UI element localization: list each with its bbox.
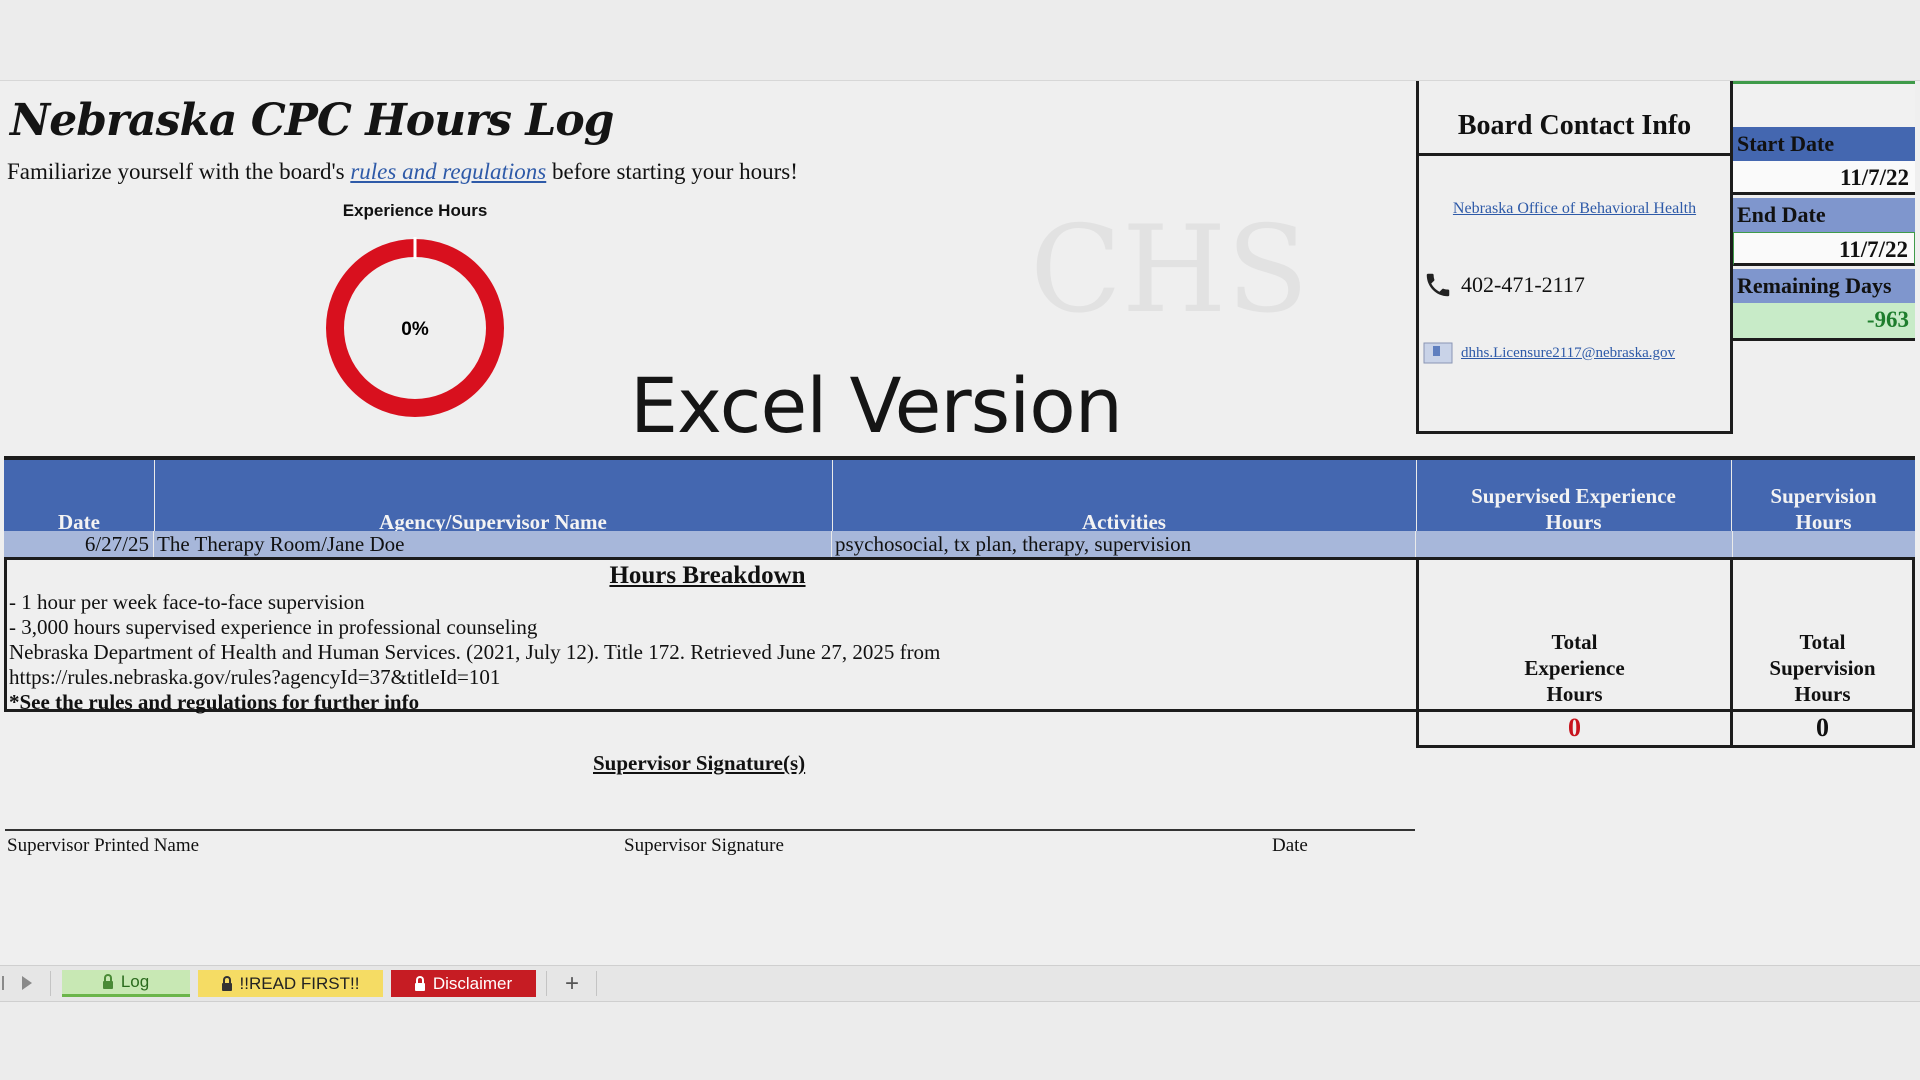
- signature-line: [5, 829, 1415, 831]
- email-row: dhhs.Licensure2117@nebraska.gov: [1419, 342, 1730, 364]
- total-experience-label: Total Experience Hours: [1524, 630, 1625, 706]
- start-date-label: Start Date: [1733, 127, 1915, 161]
- tab-divider: [546, 971, 547, 996]
- board-contact-box: Board Contact Info Nebraska Office of Be…: [1416, 81, 1733, 434]
- remaining-days-value: -963: [1733, 303, 1915, 341]
- breakdown-line: - 3,000 hours supervised experience in p…: [9, 615, 538, 639]
- breakdown-note: *See the rules and regulations for furth…: [9, 690, 420, 714]
- end-date-value[interactable]: 11/7/22: [1733, 232, 1915, 266]
- header-activities[interactable]: Activities: [832, 460, 1417, 535]
- intro-text-before: Familiarize yourself with the board's: [7, 159, 351, 184]
- cell-date[interactable]: 6/27/25: [4, 531, 154, 557]
- breakdown-line: - 1 hour per week face-to-face supervisi…: [9, 590, 365, 614]
- phone-number: 402-471-2117: [1461, 272, 1585, 297]
- phone-row: 402-471-2117: [1419, 270, 1730, 300]
- email-icon: [1423, 342, 1453, 364]
- email-link[interactable]: dhhs.Licensure2117@nebraska.gov: [1461, 345, 1675, 362]
- behavioral-health-link[interactable]: Nebraska Office of Behavioral Health: [1453, 200, 1696, 217]
- page-title: Nebraska CPC Hours Log: [10, 95, 614, 146]
- signature-label: Supervisor Signature: [624, 835, 784, 856]
- total-experience-value: 0: [1416, 712, 1733, 748]
- donut-center-label: 0%: [401, 319, 429, 340]
- tab-disclaimer[interactable]: Disclaimer: [391, 970, 536, 997]
- board-contact-heading: Board Contact Info: [1419, 81, 1730, 156]
- remaining-days-label: Remaining Days: [1733, 269, 1915, 303]
- breakdown-title: Hours Breakdown: [609, 562, 806, 589]
- scroll-left-edge[interactable]: [2, 976, 4, 990]
- experience-hours-chart: Experience Hours 0%: [300, 201, 530, 441]
- sheet-tab-bar: Log !!READ FIRST!! Disclaimer +: [0, 965, 1920, 1002]
- total-supervision-value: 0: [1730, 712, 1915, 748]
- tab-divider: [50, 971, 51, 996]
- header-experience-hours[interactable]: Supervised Experience Hours: [1416, 460, 1732, 535]
- tab-log-label: Log: [120, 972, 150, 991]
- total-experience-label-cell: Total Experience Hours: [1416, 557, 1733, 712]
- header-supervision-hours[interactable]: Supervision Hours: [1732, 460, 1915, 535]
- tab-divider: [596, 971, 597, 996]
- signature-title: Supervisor Signature(s): [593, 751, 806, 775]
- phone-icon: [1426, 273, 1450, 297]
- cell-agency[interactable]: The Therapy Room/Jane Doe: [154, 531, 832, 557]
- lock-icon: [102, 974, 113, 989]
- cell-experience-hours[interactable]: [1416, 531, 1733, 557]
- tab-read-first-label: !!READ FIRST!!: [239, 973, 360, 993]
- end-date-label: End Date: [1733, 198, 1915, 232]
- printed-name-label: Supervisor Printed Name: [7, 835, 200, 856]
- total-supervision-label-cell: Total Supervision Hours: [1730, 557, 1915, 712]
- breakdown-line: https://rules.nebraska.gov/rules?agencyI…: [9, 665, 501, 689]
- date-label: Date: [1272, 835, 1308, 856]
- date-panel-spacer: [1733, 81, 1915, 127]
- tab-disclaimer-label: Disclaimer: [432, 973, 513, 993]
- scroll-right-arrow-icon[interactable]: [22, 976, 32, 990]
- table-header: Date Agency/Supervisor Name Activities S…: [4, 456, 1915, 535]
- spreadsheet-sheet: CHS Nebraska CPC Hours Log Familiarize y…: [0, 80, 1920, 966]
- intro-text-after: before starting your hours!: [546, 159, 798, 184]
- lock-icon: [221, 975, 232, 991]
- start-date-value[interactable]: 11/7/22: [1733, 161, 1915, 195]
- breakdown-line: Nebraska Department of Health and Human …: [9, 640, 941, 664]
- intro-text: Familiarize yourself with the board's ru…: [7, 159, 798, 185]
- cell-supervision-hours[interactable]: [1732, 531, 1915, 557]
- add-sheet-button[interactable]: +: [552, 970, 592, 997]
- lock-icon: [414, 975, 425, 991]
- table-row[interactable]: 6/27/25 The Therapy Room/Jane Doe psycho…: [4, 531, 1915, 557]
- excel-version-banner: Excel Version: [630, 361, 1123, 450]
- rules-link[interactable]: rules and regulations: [350, 159, 546, 184]
- tab-read-first[interactable]: !!READ FIRST!!: [198, 970, 383, 997]
- donut-chart: 0%: [326, 237, 504, 417]
- total-supervision-label: Total Supervision Hours: [1769, 630, 1876, 706]
- header-date[interactable]: Date: [4, 460, 155, 535]
- header-agency[interactable]: Agency/Supervisor Name: [154, 460, 833, 535]
- chart-title: Experience Hours: [342, 201, 488, 220]
- hours-breakdown: Hours Breakdown - 1 hour per week face-t…: [4, 557, 1416, 714]
- cell-activities[interactable]: psychosocial, tx plan, therapy, supervis…: [832, 531, 1416, 557]
- watermark: CHS: [1030, 201, 1309, 340]
- tab-log[interactable]: Log: [62, 970, 190, 997]
